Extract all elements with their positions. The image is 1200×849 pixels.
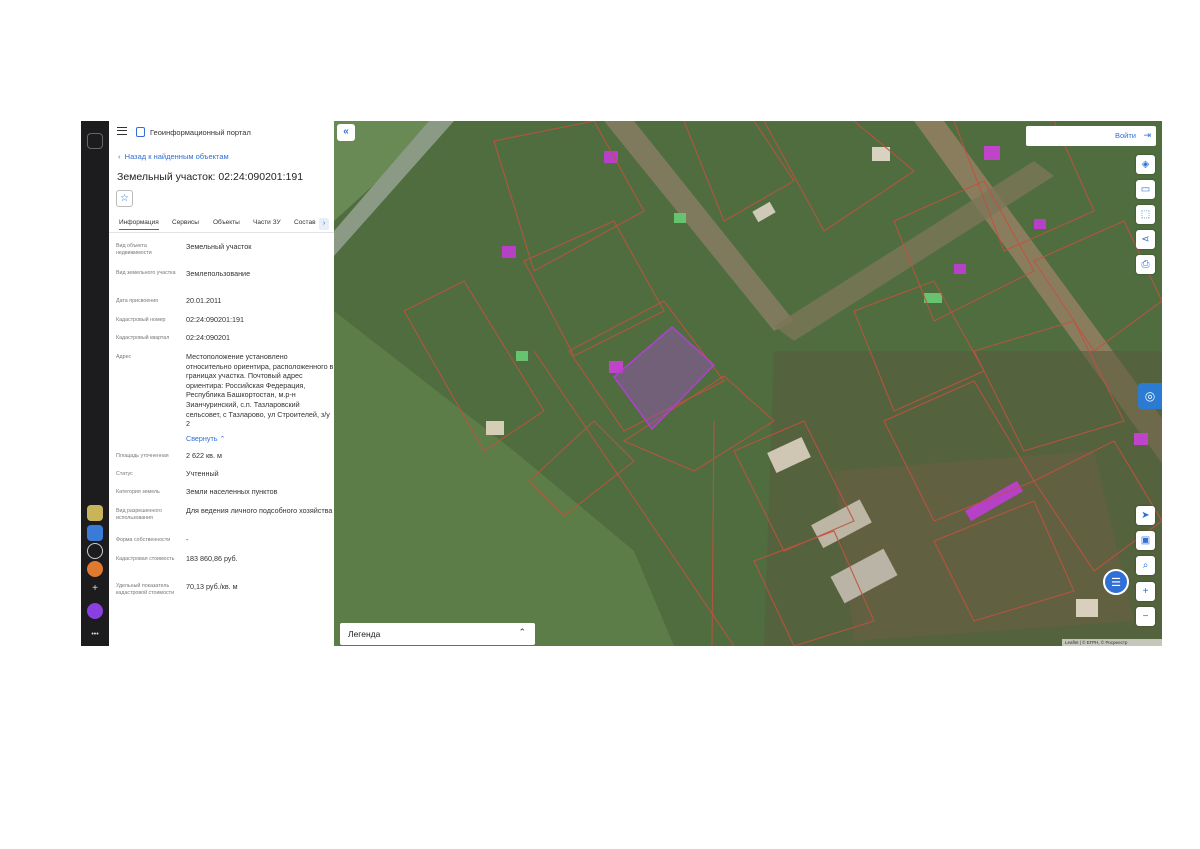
tab-info[interactable]: Информация bbox=[119, 219, 159, 230]
panel-header: Геоинформационный портал bbox=[109, 121, 335, 143]
object-title: Земельный участок: 02:24:090201:191 bbox=[117, 171, 304, 183]
detail-label: Площадь уточненная bbox=[116, 453, 169, 459]
more-icon[interactable]: ••• bbox=[87, 626, 103, 642]
screen-button[interactable]: ▣ bbox=[1136, 531, 1155, 550]
tab-services[interactable]: Сервисы bbox=[172, 219, 199, 226]
satellite-imagery bbox=[334, 121, 1162, 646]
layers-icon: ◈ bbox=[1141, 159, 1150, 170]
side-assistant-tab[interactable]: ◎ bbox=[1138, 383, 1162, 409]
info-panel: Геоинформационный портал ‹ Назад к найде… bbox=[109, 121, 335, 646]
detail-value: Земельный участок bbox=[186, 242, 252, 251]
login-label: Войти bbox=[1115, 131, 1136, 140]
detail-value: Для ведения личного подсобного хозяйства bbox=[186, 506, 333, 515]
app-rail: + ••• bbox=[81, 121, 109, 646]
chat-icon: ☰ bbox=[1111, 576, 1121, 589]
portal-title: Геоинформационный портал bbox=[150, 128, 251, 137]
share-button[interactable]: ⋖ bbox=[1136, 230, 1155, 249]
detail-value: 02:24:090201 bbox=[186, 333, 230, 342]
detail-label: Категория земель bbox=[116, 489, 160, 495]
detail-label: Вид объекта недвижимости bbox=[116, 243, 152, 257]
detail-label: Вид земельного участка bbox=[116, 270, 176, 276]
share-icon: ⋖ bbox=[1141, 234, 1150, 245]
search-map-button[interactable]: ⌕ bbox=[1136, 556, 1155, 575]
detail-value: Учтенный bbox=[186, 469, 219, 478]
info-tabs: Информация Сервисы Объекты Части ЗУ Сост… bbox=[109, 215, 335, 233]
detail-value: - bbox=[186, 535, 189, 544]
minus-icon: − bbox=[1142, 611, 1149, 622]
locate-button[interactable]: ➤ bbox=[1136, 506, 1155, 525]
detail-label: Удельный показатель кадастровой стоимост… bbox=[116, 583, 175, 597]
detail-value: Земли населенных пунктов bbox=[186, 487, 278, 496]
location-arrow-icon: ➤ bbox=[1141, 510, 1150, 521]
chevron-left-icon: ‹ bbox=[118, 152, 125, 161]
assistant-icon[interactable] bbox=[87, 603, 103, 619]
detail-value: Землепользование bbox=[186, 269, 251, 278]
detail-label: Статус bbox=[116, 471, 133, 477]
zoom-in-button[interactable]: + bbox=[1136, 582, 1155, 601]
ruler-icon: ▭ bbox=[1140, 184, 1151, 195]
detail-value: 183 860,86 руб. bbox=[186, 554, 238, 563]
detail-value: 20.01.2011 bbox=[186, 296, 222, 305]
detail-value: 70,13 руб./кв. м bbox=[186, 582, 238, 591]
layers-button[interactable]: ◈ bbox=[1136, 155, 1155, 174]
search-map-icon: ⌕ bbox=[1142, 560, 1149, 571]
favorite-button[interactable]: ☆ bbox=[116, 190, 133, 207]
detail-value: 2 622 кв. м bbox=[186, 451, 222, 460]
star-icon: ☆ bbox=[120, 193, 129, 204]
map-attribution: Leaflet | © ЕГРН, © Росреестр bbox=[1062, 639, 1162, 646]
login-icon: ⇥ bbox=[1143, 130, 1151, 140]
legend-label: Легенда bbox=[348, 629, 381, 639]
login-button[interactable]: Войти ⇥ bbox=[1026, 126, 1156, 146]
double-chevron-left-icon: « bbox=[343, 126, 349, 137]
print-button[interactable]: ⎙ bbox=[1136, 255, 1155, 274]
detail-label: Кадастровый квартал bbox=[116, 335, 170, 341]
chevron-updown-icon: ⌃ bbox=[518, 627, 526, 637]
chat-button[interactable]: ☰ bbox=[1103, 569, 1129, 595]
map-view[interactable]: « Войти ⇥ ◈ ▭ ⬚ ⋖ ⎙ ◎ ➤ ▣ ⌕ + − ☰ Легенд… bbox=[334, 121, 1162, 646]
app-icon-1[interactable] bbox=[87, 505, 103, 521]
menu-icon[interactable] bbox=[117, 127, 127, 135]
back-link-label: Назад к найденным объектам bbox=[124, 152, 229, 161]
app-icon-3[interactable] bbox=[87, 543, 103, 559]
detail-label: Форма собственности bbox=[116, 537, 171, 543]
add-icon[interactable]: + bbox=[87, 580, 103, 596]
window-icon[interactable] bbox=[87, 133, 103, 149]
legend-select[interactable]: Легенда ⌃ bbox=[340, 623, 535, 645]
select-area-icon: ⬚ bbox=[1140, 209, 1151, 220]
detail-label: Кадастровый номер bbox=[116, 317, 166, 323]
detail-label: Адрес bbox=[116, 354, 132, 360]
screen-icon: ▣ bbox=[1140, 535, 1151, 546]
detail-label: Вид разрешенного использования bbox=[116, 508, 162, 522]
tabs-scroll-right-icon[interactable]: › bbox=[319, 218, 329, 230]
print-icon: ⎙ bbox=[1141, 259, 1150, 270]
select-area-button[interactable]: ⬚ bbox=[1136, 205, 1155, 224]
app-icon-2[interactable] bbox=[87, 525, 103, 541]
app-icon-4[interactable] bbox=[87, 561, 103, 577]
collapse-address-link[interactable]: Свернуть ⌃ bbox=[186, 434, 334, 444]
address-value: Местоположение установлено относительно … bbox=[186, 352, 334, 429]
tab-objects[interactable]: Объекты bbox=[213, 219, 240, 226]
tab-parts[interactable]: Части ЗУ bbox=[253, 219, 281, 226]
portal-logo-icon bbox=[136, 127, 145, 137]
detail-label: Дата присвоения bbox=[116, 298, 159, 304]
detail-value: 02:24:090201:191 bbox=[186, 315, 244, 324]
detail-label: Кадастровая стоимость bbox=[116, 556, 175, 562]
plus-icon: + bbox=[1142, 586, 1149, 597]
collapse-panel-button[interactable]: « bbox=[337, 124, 355, 141]
zoom-out-button[interactable]: − bbox=[1136, 607, 1155, 626]
tab-composition[interactable]: Состав bbox=[294, 219, 316, 226]
ruler-button[interactable]: ▭ bbox=[1136, 180, 1155, 199]
app-window: + ••• Геоинформационный портал ‹ Назад к… bbox=[81, 121, 1162, 646]
assistant-icon: ◎ bbox=[1144, 389, 1156, 403]
back-to-results-link[interactable]: ‹ Назад к найденным объектам bbox=[118, 152, 229, 161]
